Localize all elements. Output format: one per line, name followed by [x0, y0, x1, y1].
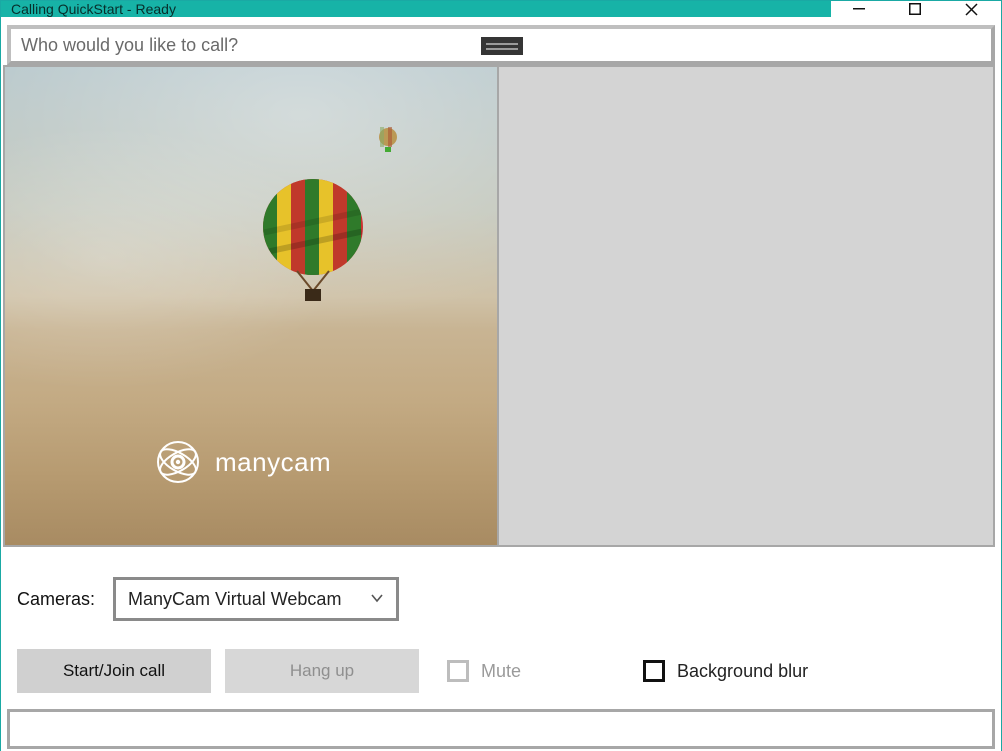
watermark-text: manycam [215, 447, 331, 478]
manycam-logo-icon [155, 439, 201, 485]
camera-row: Cameras: ManyCam Virtual Webcam [1, 547, 1001, 629]
start-join-label: Start/Join call [63, 661, 165, 681]
video-row: manycam [3, 65, 999, 547]
remote-video-pane [499, 65, 995, 547]
maximize-button[interactable] [887, 1, 943, 17]
status-bar [7, 709, 995, 749]
window-title: Calling QuickStart - Ready [11, 1, 176, 17]
close-icon [965, 3, 978, 16]
video-preview-scene: manycam [5, 67, 497, 545]
background-blur-checkbox[interactable]: Background blur [643, 660, 808, 682]
window-controls [831, 1, 1001, 17]
cameras-label: Cameras: [17, 589, 95, 610]
checkbox-box-icon [643, 660, 665, 682]
manycam-watermark: manycam [155, 439, 331, 485]
hang-up-label: Hang up [290, 661, 354, 681]
checkbox-box-icon [447, 660, 469, 682]
balloon-graphic-icon [257, 179, 369, 309]
minimize-button[interactable] [831, 1, 887, 17]
mute-checkbox[interactable]: Mute [447, 660, 521, 682]
mute-label: Mute [481, 661, 521, 682]
titlebar-area[interactable]: Calling QuickStart - Ready [1, 1, 831, 17]
camera-selected: ManyCam Virtual Webcam [128, 589, 341, 610]
bg-blur-label: Background blur [677, 661, 808, 682]
minimize-icon [853, 3, 865, 15]
maximize-icon [909, 3, 921, 15]
content-area: manycam Cameras: ManyCam Virtual Webcam … [1, 17, 1001, 751]
start-join-button[interactable]: Start/Join call [17, 649, 211, 693]
app-window: Calling QuickStart - Ready [0, 0, 1002, 751]
local-video-pane: manycam [3, 65, 499, 547]
close-button[interactable] [943, 1, 999, 17]
balloon-small-graphic-icon [377, 127, 399, 155]
chevron-down-icon [370, 589, 384, 610]
hang-up-button[interactable]: Hang up [225, 649, 419, 693]
actions-row: Start/Join call Hang up Mute Background … [1, 629, 1001, 701]
titlebar: Calling QuickStart - Ready [1, 1, 1001, 17]
drag-handle-icon[interactable] [481, 37, 523, 55]
camera-select[interactable]: ManyCam Virtual Webcam [113, 577, 399, 621]
